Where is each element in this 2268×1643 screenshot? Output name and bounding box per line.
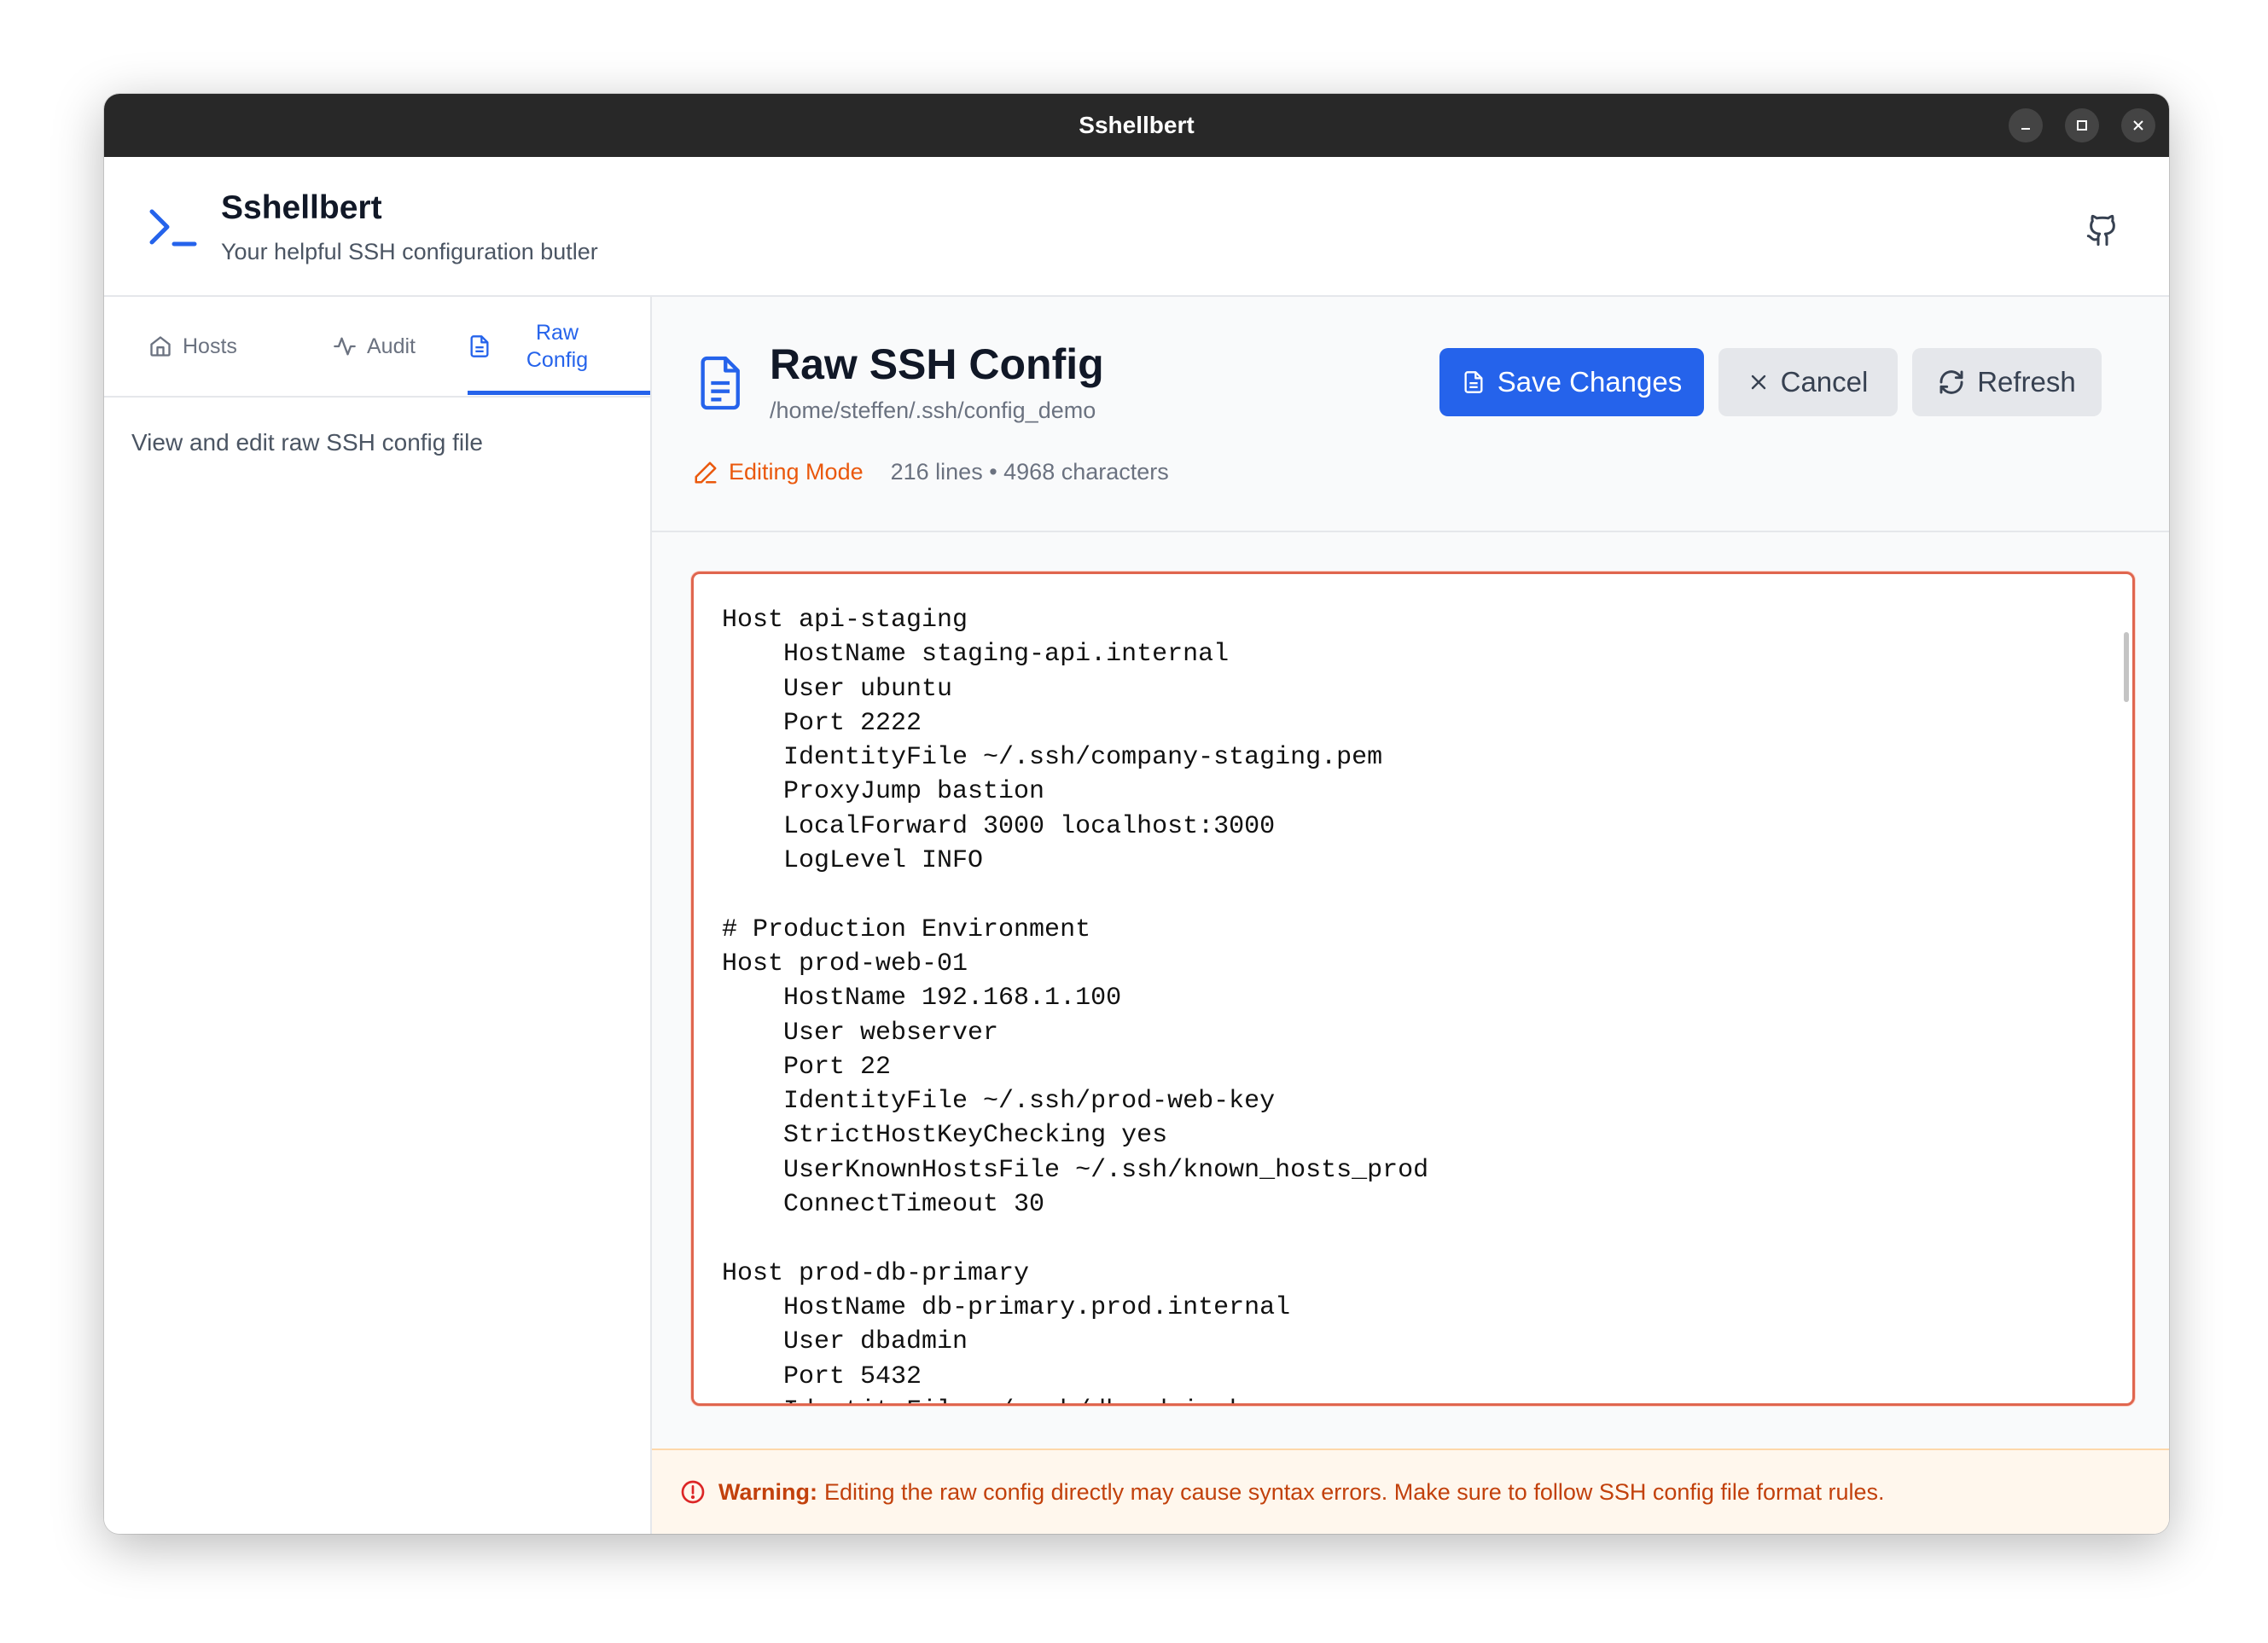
maximize-button[interactable] <box>2065 108 2099 142</box>
refresh-label: Refresh <box>1977 366 2076 398</box>
window-controls <box>2009 108 2155 142</box>
app-window: Sshellbert Sshellbert Your helpful SSH c… <box>104 94 2169 1534</box>
refresh-icon <box>1939 370 1963 394</box>
main-panel: Raw SSH Config /home/steffen/.ssh/config… <box>652 297 2169 1534</box>
github-icon <box>2086 214 2115 247</box>
minimize-button[interactable] <box>2009 108 2043 142</box>
warning-banner: Warning: Editing the raw config directly… <box>652 1449 2169 1534</box>
window-titlebar[interactable]: Sshellbert <box>104 94 2169 157</box>
document-icon <box>701 356 740 410</box>
sidebar-description: View and edit raw SSH config file <box>131 429 483 456</box>
raw-config-text[interactable]: Host api-staging HostName staging-api.in… <box>722 603 1428 1403</box>
sidebar-tabs: Hosts Audit Raw Config <box>104 297 650 398</box>
editor-status: Editing Mode 216 lines • 4968 characters <box>693 459 1169 485</box>
sidebar: Hosts Audit Raw Config View and edit raw… <box>104 297 652 1534</box>
alert-circle-icon <box>681 1480 705 1504</box>
tab-audit[interactable]: Audit <box>333 297 416 396</box>
app-title: Sshellbert <box>221 189 382 226</box>
cancel-label: Cancel <box>1780 366 1869 398</box>
tab-hosts-label: Hosts <box>183 334 237 358</box>
terminal-prompt-icon <box>149 209 197 247</box>
config-file-path: /home/steffen/.ssh/config_demo <box>770 398 1096 423</box>
page-title: Raw SSH Config <box>770 340 1104 388</box>
save-changes-label: Save Changes <box>1497 366 1683 398</box>
warning-label: Warning: <box>718 1478 817 1505</box>
raw-config-editor[interactable]: Host api-staging HostName staging-api.in… <box>691 572 2135 1406</box>
warning-text: Editing the raw config directly may caus… <box>823 1478 1885 1505</box>
save-file-icon <box>1464 371 1483 393</box>
home-icon <box>150 336 171 357</box>
tab-raw-config-label: Raw Config <box>526 321 589 372</box>
active-tab-indicator <box>468 391 650 395</box>
editing-mode-label: Editing Mode <box>729 459 864 485</box>
close-icon <box>2133 120 2143 131</box>
pencil-icon <box>695 462 717 483</box>
tab-audit-label: Audit <box>367 334 416 358</box>
tab-hosts[interactable]: Hosts <box>148 297 237 396</box>
close-window-button[interactable] <box>2121 108 2155 142</box>
file-text-icon <box>470 335 489 357</box>
editor-scrollbar[interactable] <box>2124 632 2129 702</box>
config-stats: 216 lines • 4968 characters <box>890 459 1169 485</box>
cancel-button[interactable]: Cancel <box>1718 348 1898 416</box>
minimize-icon <box>2021 128 2030 130</box>
activity-icon <box>334 337 356 356</box>
app-tagline: Your helpful SSH configuration butler <box>221 239 598 264</box>
main-header: Raw SSH Config /home/steffen/.ssh/config… <box>652 297 2169 532</box>
app-header: Sshellbert Your helpful SSH configuratio… <box>104 157 2169 297</box>
save-changes-button[interactable]: Save Changes <box>1439 348 1704 416</box>
refresh-button[interactable]: Refresh <box>1912 348 2102 416</box>
window-title: Sshellbert <box>1079 112 1195 138</box>
github-button[interactable] <box>2085 212 2120 253</box>
tab-raw-config[interactable]: Raw Config <box>468 297 647 396</box>
x-icon <box>1751 374 1765 390</box>
maximize-icon <box>2077 120 2087 131</box>
